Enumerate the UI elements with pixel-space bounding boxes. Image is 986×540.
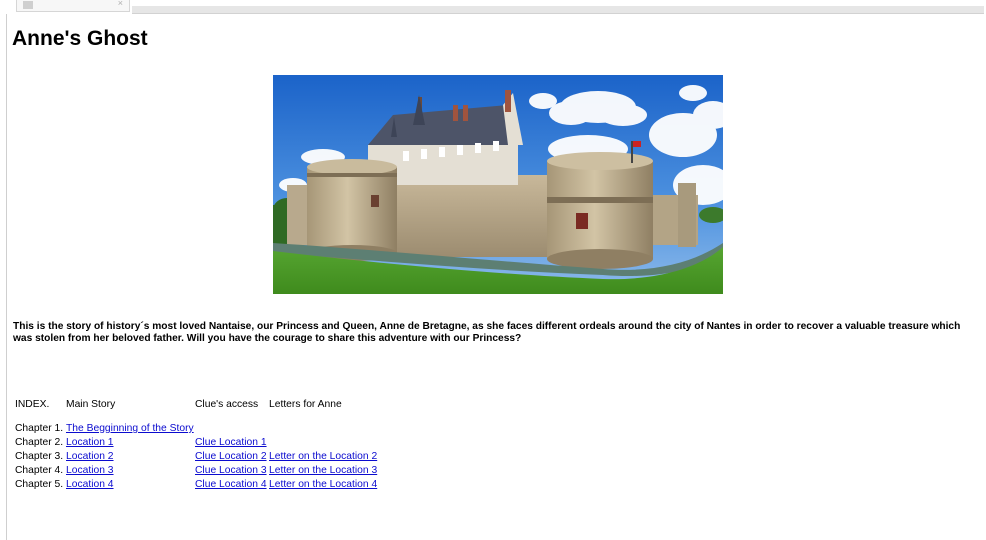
page-left-border xyxy=(6,14,7,540)
chapter-label: Chapter 3. xyxy=(15,451,64,462)
clue-link[interactable]: Clue Location 1 xyxy=(195,436,267,450)
clue-link[interactable]: Clue Location 3 xyxy=(195,464,267,478)
page-icon xyxy=(23,1,33,9)
chapter-label: Chapter 4. xyxy=(15,465,64,476)
page-title: Anne's Ghost xyxy=(12,27,148,50)
story-intro: This is the story of history´s most love… xyxy=(13,321,961,344)
main-story-link[interactable]: Location 2 xyxy=(66,450,114,464)
index-header: INDEX. xyxy=(15,399,50,410)
clue-link[interactable]: Clue Location 4 xyxy=(195,478,267,492)
letter-link[interactable]: Letter on the Location 4 xyxy=(269,478,377,492)
clue-link[interactable]: Clue Location 2 xyxy=(195,450,267,464)
chapter-label: Chapter 5. xyxy=(15,479,64,490)
chapter-label: Chapter 2. xyxy=(15,437,64,448)
close-icon[interactable]: × xyxy=(118,0,123,8)
main-story-header: Main Story xyxy=(66,399,116,410)
main-story-link[interactable]: Location 1 xyxy=(66,436,114,450)
chapter-label: Chapter 1. xyxy=(15,423,64,434)
letter-link[interactable]: Letter on the Location 3 xyxy=(269,464,377,478)
browser-top-bar: × xyxy=(0,0,986,14)
letter-link[interactable]: Letter on the Location 2 xyxy=(269,450,377,464)
letters-header: Letters for Anne xyxy=(269,399,342,410)
main-story-link[interactable]: The Begginning of the Story xyxy=(66,422,194,436)
clues-access-header: Clue's access xyxy=(195,399,259,410)
browser-tab[interactable]: × xyxy=(16,0,130,12)
tab-strip xyxy=(132,6,984,14)
main-story-link[interactable]: Location 4 xyxy=(66,478,114,492)
castle-hero-image xyxy=(273,75,723,294)
main-story-link[interactable]: Location 3 xyxy=(66,464,114,478)
